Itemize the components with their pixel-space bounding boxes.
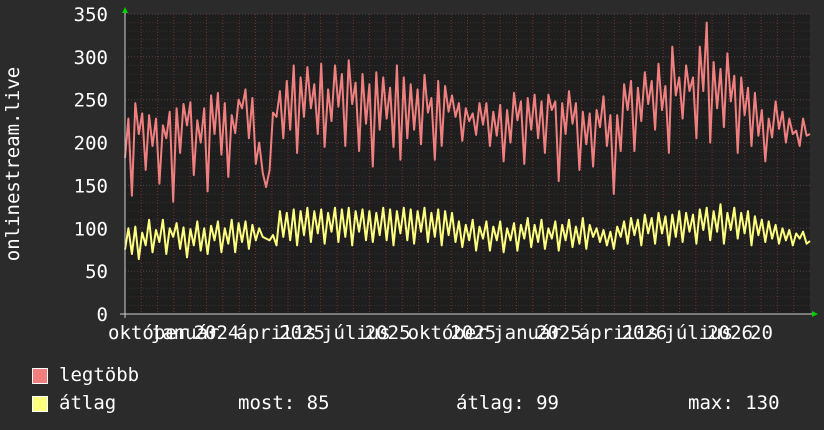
y-tick-label: 100 <box>74 218 108 240</box>
y-axis-arrow-icon <box>122 7 128 13</box>
x-tick-label: 2025 <box>450 322 496 344</box>
y-tick-label: 250 <box>74 90 108 112</box>
x-tick-labels: októberjanuár2024április2025július2025ok… <box>108 322 773 344</box>
x-tick-label: 2025 <box>536 322 582 344</box>
x-tick-label: 2024 <box>194 322 240 344</box>
stat-max: max: 130 <box>688 392 780 414</box>
y-tick-label: 300 <box>74 47 108 69</box>
y-tick-labels: 0 50 100 150 200 250 300 350 <box>74 4 108 326</box>
x-axis-arrow-icon <box>812 311 818 317</box>
legend-label-avg: átlag <box>59 392 117 414</box>
y-tick-label: 0 <box>97 304 108 326</box>
legend-swatch-avg <box>32 396 48 412</box>
x-tick-label: 20 <box>750 322 773 344</box>
legend-swatch-max <box>32 368 48 384</box>
x-tick-label: 2025 <box>279 322 325 344</box>
stat-average: átlag: 99 <box>456 392 559 414</box>
y-tick-label: 50 <box>85 261 108 283</box>
stat-current: most: 85 <box>238 392 330 414</box>
x-tick-label: 2026 <box>622 322 668 344</box>
y-tick-label: 150 <box>74 175 108 197</box>
legend-row-avg: átlag most: 85 átlag: 99 max: 130 <box>32 392 812 414</box>
y-tick-label: 350 <box>74 4 108 26</box>
y-axis-label: onlinestream.live <box>2 67 24 261</box>
y-tick-label: 200 <box>74 133 108 155</box>
x-tick-label: 2025 <box>365 322 411 344</box>
legend-label-max: legtöbb <box>59 364 140 386</box>
x-tick-label: 2026 <box>707 322 753 344</box>
